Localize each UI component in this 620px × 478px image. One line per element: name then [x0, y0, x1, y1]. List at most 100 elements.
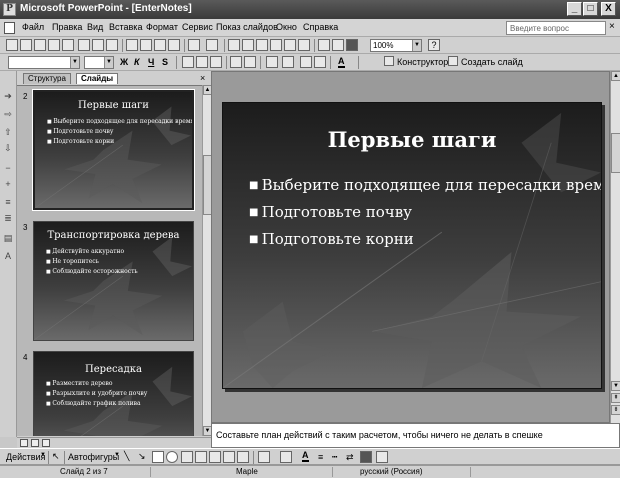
close-button[interactable]: X [601, 2, 616, 16]
menu-window[interactable]: Окно [276, 22, 297, 32]
current-slide[interactable]: Первые шаги Выберите подходящее для пере… [222, 102, 602, 389]
summary-slide-icon[interactable]: ▤ [3, 233, 13, 243]
tab-outline[interactable]: Структура [23, 73, 71, 84]
copy-icon[interactable] [140, 39, 152, 51]
oval-icon[interactable] [166, 451, 178, 463]
thumbnails-scrollbar[interactable]: ▲ ▼ [202, 85, 212, 436]
insert-table-icon[interactable] [298, 39, 310, 51]
show-formatting-icon[interactable] [332, 39, 344, 51]
menu-file[interactable]: Файл [22, 22, 44, 32]
slide-sorter-icon[interactable] [31, 439, 39, 447]
maximize-button[interactable]: □ [583, 2, 598, 16]
undo-icon[interactable] [188, 39, 200, 51]
open-icon[interactable] [20, 39, 32, 51]
dash-style-icon[interactable]: ┅ [332, 452, 337, 463]
increase-indent-icon[interactable] [314, 56, 326, 68]
line-icon[interactable]: ╲ [124, 451, 129, 462]
rectangle-icon[interactable] [152, 451, 164, 463]
design-icon[interactable] [384, 56, 394, 66]
bold-button[interactable]: Ж [120, 57, 128, 67]
slide-thumbnail[interactable]: Первые шаги Выберите подходящее для пере… [32, 89, 195, 211]
redo-icon[interactable] [206, 39, 218, 51]
cut-icon[interactable] [126, 39, 138, 51]
menu-edit[interactable]: Правка [52, 22, 82, 32]
select-pointer-icon[interactable]: ↖ [52, 451, 60, 462]
slide-bullet[interactable]: Подготовьте корни [249, 227, 601, 254]
increase-font-icon[interactable] [266, 56, 278, 68]
draw-font-color-button[interactable]: A [302, 451, 309, 462]
underline-button[interactable]: Ч [148, 57, 154, 67]
diagram-draw-icon[interactable] [209, 451, 221, 463]
insert-picture-icon[interactable] [270, 39, 282, 51]
autoshapes-button[interactable]: Автофигуры [68, 452, 119, 462]
show-formatting-outline-icon[interactable]: A [3, 251, 13, 261]
move-up-icon[interactable]: ⇧ [3, 127, 13, 137]
chevron-down-icon[interactable]: ▼ [70, 57, 79, 68]
menu-view[interactable]: Вид [87, 22, 103, 32]
menu-format[interactable]: Формат [146, 22, 178, 32]
line-style-icon[interactable]: ≡ [318, 452, 323, 462]
font-name-select[interactable]: ▼ [8, 56, 80, 69]
scroll-thumb[interactable] [611, 133, 620, 173]
help-icon[interactable]: ? [428, 39, 440, 51]
grayscale-icon[interactable] [346, 39, 358, 51]
slide-bullets[interactable]: Выберите подходящее для пересадки время … [249, 173, 601, 254]
next-slide-icon[interactable]: ⇟ [611, 405, 620, 415]
slide-bullet[interactable]: Выберите подходящее для пересадки время [249, 173, 601, 200]
promote-icon[interactable]: ➔ [3, 91, 13, 101]
textbox-icon[interactable] [181, 451, 193, 463]
chart-icon[interactable] [228, 39, 240, 51]
document-close-icon[interactable]: × [609, 21, 615, 32]
menu-slideshow[interactable]: Показ слайдов [216, 22, 278, 32]
shadow-button[interactable]: S [162, 57, 168, 67]
save-icon[interactable] [34, 39, 46, 51]
previous-slide-icon[interactable]: ⇞ [611, 393, 620, 403]
wordart-icon[interactable] [195, 451, 207, 463]
chevron-down-icon[interactable]: ▼ [40, 452, 46, 458]
clipart-icon[interactable] [223, 451, 235, 463]
paste-icon[interactable] [154, 39, 166, 51]
table-icon[interactable] [242, 39, 254, 51]
new-slide-button[interactable]: Создать слайд [461, 57, 523, 67]
tables-borders-icon[interactable] [256, 39, 268, 51]
slide-thumbnail[interactable]: Пересадка Разместите дерево Разрыхлите и… [33, 351, 194, 436]
align-right-icon[interactable] [210, 56, 222, 68]
picture-icon[interactable] [237, 451, 249, 463]
align-center-icon[interactable] [196, 56, 208, 68]
zoom-select[interactable]: 100% ▼ [370, 39, 422, 52]
slide-thumbnail[interactable]: Транспортировка дерева Действуйте аккура… [33, 221, 194, 341]
powerpoint-app-icon[interactable]: P [3, 3, 16, 16]
new-slide-icon[interactable] [448, 56, 458, 66]
decrease-font-icon[interactable] [282, 56, 294, 68]
menu-tools[interactable]: Сервис [182, 22, 213, 32]
3d-style-icon[interactable] [376, 451, 388, 463]
pane-close-icon[interactable]: × [200, 73, 205, 83]
line-color-icon[interactable] [280, 451, 292, 463]
fill-color-icon[interactable] [258, 451, 270, 463]
email-icon[interactable] [62, 39, 74, 51]
expand-all-icon[interactable] [318, 39, 330, 51]
menu-help[interactable]: Справка [303, 22, 338, 32]
shadow-style-icon[interactable] [360, 451, 372, 463]
arrow-icon[interactable]: ↘ [138, 451, 146, 462]
chevron-down-icon[interactable]: ▼ [412, 40, 421, 51]
menu-insert[interactable]: Вставка [109, 22, 142, 32]
font-color-button[interactable]: A [338, 57, 345, 68]
document-icon[interactable] [4, 22, 15, 34]
slide-bullet[interactable]: Подготовьте почву [249, 200, 601, 227]
permission-icon[interactable] [48, 39, 60, 51]
arrow-style-icon[interactable]: ⇄ [346, 452, 354, 463]
scroll-up-icon[interactable]: ▲ [611, 71, 620, 81]
bullets-icon[interactable] [244, 56, 256, 68]
chevron-down-icon[interactable]: ▼ [104, 57, 113, 68]
numbering-icon[interactable] [230, 56, 242, 68]
collapse-icon[interactable]: − [3, 163, 13, 173]
align-left-icon[interactable] [182, 56, 194, 68]
help-question-input[interactable]: Введите вопрос [506, 21, 606, 35]
expand-all-outline-icon[interactable]: ≣ [3, 213, 13, 223]
slide-title[interactable]: Первые шаги [223, 127, 601, 152]
font-size-select[interactable]: ▼ [84, 56, 114, 69]
chevron-down-icon[interactable]: ▼ [114, 452, 120, 458]
slide-scrollbar[interactable]: ▲ ▼ ⇞ ⇟ [610, 71, 620, 423]
slideshow-view-icon[interactable] [42, 439, 50, 447]
